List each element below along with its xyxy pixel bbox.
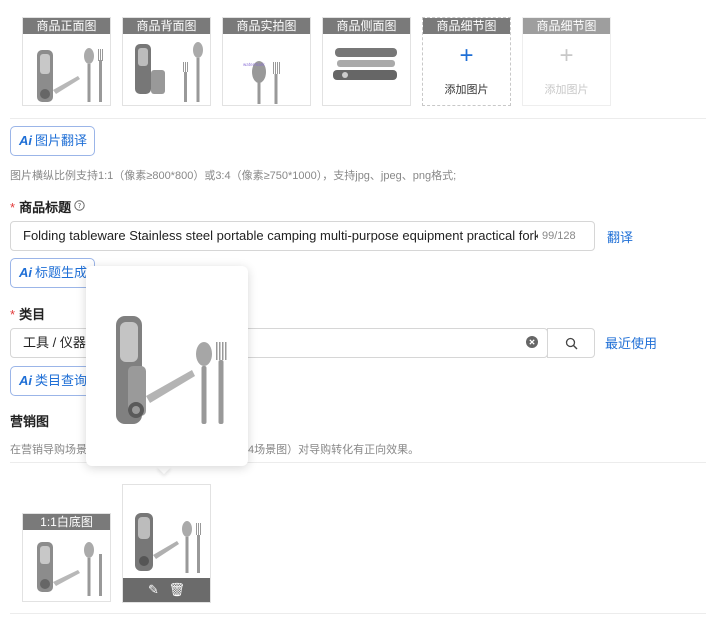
- image-slot-real-shot[interactable]: 商品实拍图 watermark: [222, 17, 311, 106]
- recent-used-link[interactable]: 最近使用: [605, 333, 657, 352]
- title-input[interactable]: Folding tableware Stainless steel portab…: [10, 221, 595, 251]
- category-label-text: 类目: [19, 307, 46, 322]
- product-image: [135, 513, 201, 573]
- image-slot-label: 商品背面图: [123, 18, 210, 34]
- title-label: * 商品标题: [10, 197, 71, 216]
- button-label: 类目查询: [35, 373, 88, 388]
- marketing-image[interactable]: ✎ 🗑: [122, 484, 211, 603]
- ai-icon: Ai: [19, 133, 32, 148]
- required-mark: *: [10, 307, 16, 322]
- image-preview-popover: [86, 266, 248, 466]
- product-image: [333, 48, 397, 80]
- image-slot-label: 商品正面图: [23, 18, 110, 34]
- preview-image: [116, 316, 227, 424]
- image-slot-label: 商品侧面图: [323, 18, 410, 34]
- add-detail-image-disabled: 商品细节图 + 添加图片: [522, 17, 611, 106]
- image-slot-label: 商品细节图: [523, 18, 610, 34]
- image-slot-label: 商品细节图: [423, 18, 510, 34]
- title-input-value: Folding tableware Stainless steel portab…: [23, 228, 541, 243]
- required-mark: *: [10, 200, 16, 215]
- marketing-hint-right: 4场景图）对导购转化有正向效果。: [248, 444, 420, 456]
- svg-text:watermark: watermark: [243, 62, 265, 67]
- category-input-value: 工具 / 仪器: [23, 335, 86, 350]
- image-slot-front[interactable]: 商品正面图: [22, 17, 111, 106]
- add-detail-image-button[interactable]: 商品细节图 + 添加图片: [422, 17, 511, 106]
- marketing-hint-left: 在营销导购场景: [10, 444, 87, 456]
- title-char-counter: 99/128: [538, 230, 576, 242]
- product-image: watermark: [243, 61, 280, 104]
- ai-icon: Ai: [19, 373, 32, 388]
- divider: [10, 613, 706, 614]
- button-label: 图片翻译: [35, 133, 88, 148]
- plus-icon: +: [459, 42, 474, 69]
- marketing-label: 营销图: [10, 414, 50, 429]
- clear-icon[interactable]: [526, 336, 538, 348]
- translate-link[interactable]: 翻译: [607, 227, 633, 246]
- marketing-image-white-bg[interactable]: 1:1白底图: [22, 513, 111, 602]
- button-label: 标题生成: [35, 265, 88, 280]
- add-image-label: 添加图片: [444, 84, 489, 96]
- delete-icon[interactable]: 🗑: [169, 582, 186, 597]
- image-slot-label: 商品实拍图: [223, 18, 310, 34]
- image-slot-back[interactable]: 商品背面图: [122, 17, 211, 106]
- add-image-label: 添加图片: [544, 84, 589, 96]
- divider: [10, 118, 706, 119]
- question-circle-icon[interactable]: ?: [74, 200, 85, 211]
- product-image: [37, 542, 102, 596]
- svg-text:?: ?: [78, 202, 82, 210]
- edit-icon[interactable]: ✎: [148, 582, 159, 597]
- ai-category-query-button[interactable]: Ai 类目查询: [10, 366, 95, 396]
- search-icon: [565, 337, 578, 350]
- image-format-hint: 图片横纵比例支持1:1（像素≥800*800）或3:4（像素≥750*1000）…: [10, 170, 457, 182]
- image-slot-side[interactable]: 商品侧面图: [322, 17, 411, 106]
- product-image: [37, 48, 103, 102]
- category-label: * 类目: [10, 304, 45, 323]
- image-slot-label: 1:1白底图: [23, 514, 110, 530]
- ai-image-translate-button[interactable]: Ai 图片翻译: [10, 126, 95, 156]
- ai-icon: Ai: [19, 265, 32, 280]
- category-search-button[interactable]: [547, 328, 595, 358]
- product-image: [135, 42, 203, 102]
- plus-icon: +: [559, 42, 574, 69]
- title-label-text: 商品标题: [19, 200, 72, 215]
- ai-title-generate-button[interactable]: Ai 标题生成: [10, 258, 95, 288]
- image-toolbar: ✎ 🗑: [123, 578, 210, 602]
